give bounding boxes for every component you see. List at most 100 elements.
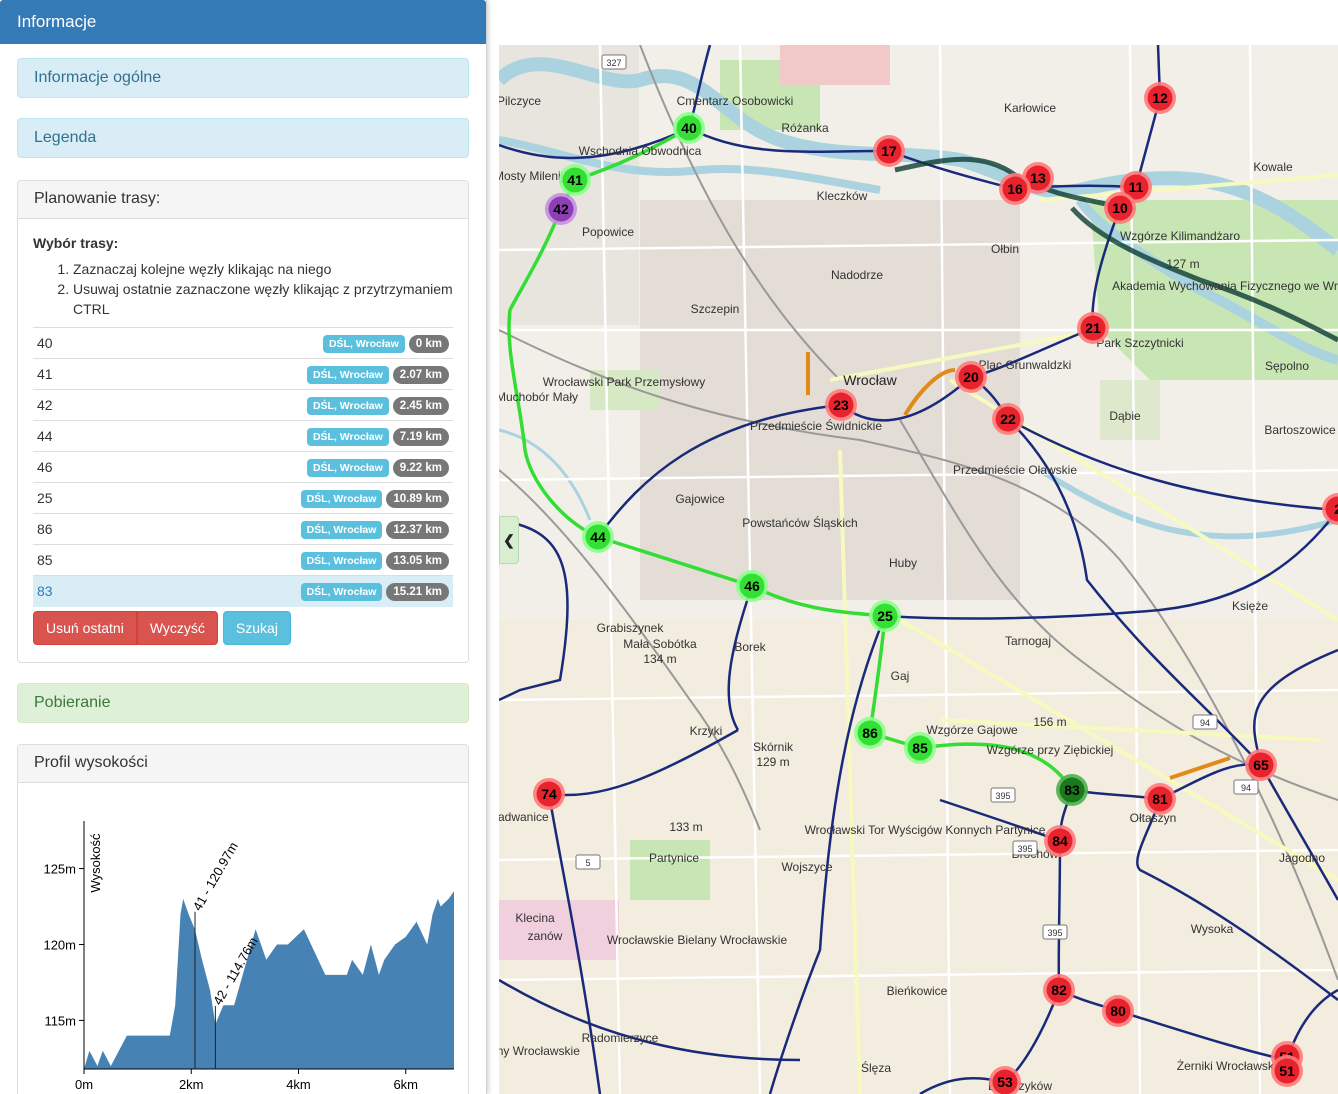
route-node-id: 46: [33, 451, 88, 483]
svg-text:17: 17: [881, 143, 897, 159]
route-node-83[interactable]: 83: [1056, 774, 1088, 806]
panel-download[interactable]: Pobieranie: [17, 683, 469, 723]
svg-text:2: 2: [1334, 501, 1338, 517]
region-label: DŚL, Wrocław: [306, 458, 389, 477]
route-node-id: 41: [33, 358, 88, 390]
route-node-20[interactable]: 20: [955, 361, 987, 393]
route-node-44[interactable]: 44: [582, 521, 614, 553]
svg-text:25: 25: [877, 608, 893, 624]
route-row: 40 DŚL, Wrocław 0 km: [33, 327, 453, 359]
route-node-84[interactable]: 84: [1044, 825, 1076, 857]
panel-general-info-title: Informacje ogólne: [34, 69, 162, 86]
distance-badge: 13.05 km: [386, 551, 449, 570]
svg-text:42: 42: [553, 201, 569, 217]
distance-badge: 12.37 km: [386, 520, 449, 539]
region-label: DŚL, Wrocław: [306, 396, 389, 415]
route-node-40[interactable]: 40: [673, 112, 705, 144]
route-node-53[interactable]: 53: [989, 1066, 1021, 1094]
region-label: DŚL, Wrocław: [300, 520, 383, 539]
route-node-74[interactable]: 74: [533, 778, 565, 810]
y-axis-label: Wysokość: [88, 833, 103, 893]
route-node-id: 25: [33, 482, 88, 514]
svg-text:11: 11: [1129, 179, 1144, 195]
route-node-42[interactable]: 42: [545, 193, 577, 225]
svg-text:40: 40: [681, 120, 697, 136]
svg-text:86: 86: [862, 725, 878, 741]
route-node-id: 42: [33, 389, 88, 421]
svg-text:44: 44: [590, 529, 606, 545]
route-heading: Wybór trasy:: [33, 235, 119, 251]
route-row: 83 DŚL, Wrocław 15.21 km: [33, 575, 453, 607]
x-tick-label: 6km: [393, 1077, 418, 1092]
region-label: DŚL, Wrocław: [300, 582, 383, 601]
svg-text:22: 22: [1000, 411, 1016, 427]
route-node-51[interactable]: 51: [1271, 1055, 1303, 1087]
panel-legend[interactable]: Legenda: [17, 118, 469, 158]
map-view[interactable]: Karłowice Kowale Różanka Kleczków Cmentarz O…: [499, 45, 1338, 1094]
route-row-meta: DŚL, Wrocław 0 km: [88, 327, 453, 359]
route-node-82[interactable]: 82: [1043, 974, 1075, 1006]
panel-general-info[interactable]: Informacje ogólne: [17, 58, 469, 98]
remove-last-button[interactable]: Usuń ostatni: [33, 610, 137, 645]
svg-text:13: 13: [1030, 170, 1046, 186]
distance-badge: 0 km: [408, 334, 449, 353]
region-label: DŚL, Wrocław: [306, 365, 389, 384]
svg-text:20: 20: [963, 369, 979, 385]
y-tick-label: 115m: [44, 1013, 76, 1028]
chevron-left-icon: ❮: [503, 531, 515, 548]
region-label: DŚL, Wrocław: [300, 551, 383, 570]
route-node-16[interactable]: 16: [999, 173, 1031, 205]
x-tick-label: 2km: [179, 1077, 204, 1092]
elevation-area: [84, 891, 454, 1069]
svg-text:74: 74: [541, 786, 557, 802]
panel-route-planning: Planowanie trasy: Wybór trasy: Zaznaczaj…: [17, 180, 469, 663]
route-node-65[interactable]: 65: [1245, 749, 1277, 781]
route-node-2[interactable]: 2: [1322, 493, 1338, 525]
svg-text:81: 81: [1152, 791, 1168, 807]
svg-text:23: 23: [833, 397, 849, 413]
sidebar-toggle-button[interactable]: ❮: [499, 516, 519, 564]
route-node-80[interactable]: 80: [1102, 995, 1134, 1027]
clear-button[interactable]: Wyczyść: [136, 610, 218, 645]
sidebar-title: Informacje: [0, 0, 486, 44]
route-row-meta: DŚL, Wrocław 10.89 km: [88, 482, 453, 514]
svg-text:82: 82: [1051, 982, 1067, 998]
route-row-meta: DŚL, Wrocław 2.45 km: [88, 389, 453, 421]
route-node-85[interactable]: 85: [904, 732, 936, 764]
route-node-21[interactable]: 21: [1077, 312, 1109, 344]
route-node-41[interactable]: 41: [559, 164, 591, 196]
route-row-meta: DŚL, Wrocław 2.07 km: [88, 358, 453, 390]
svg-text:85: 85: [912, 740, 928, 756]
route-node-10[interactable]: 10: [1104, 192, 1136, 224]
route-node-23[interactable]: 23: [825, 389, 857, 421]
route-row: 44 DŚL, Wrocław 7.19 km: [33, 420, 453, 452]
route-row: 85 DŚL, Wrocław 13.05 km: [33, 544, 453, 576]
region-label: DŚL, Wrocław: [306, 427, 389, 446]
x-tick-label: 4km: [286, 1077, 311, 1092]
route-row-meta: DŚL, Wrocław 7.19 km: [88, 420, 453, 452]
svg-text:80: 80: [1110, 1003, 1126, 1019]
route-node-81[interactable]: 81: [1144, 783, 1176, 815]
route-node-12[interactable]: 12: [1144, 82, 1176, 114]
route-step: Usuwaj ostatnie zaznaczone węzły klikają…: [73, 279, 453, 319]
route-node-25[interactable]: 25: [869, 600, 901, 632]
panel-route-planning-title: Planowanie trasy:: [18, 181, 468, 219]
panel-elevation-profile: Profil wysokości 115m 120m 125m 0m 2km 4km 6km…: [17, 744, 469, 1094]
route-nodes[interactable]: 12 17 13 16 1110 40 41 42 21 20 23 22 44 46 25 86 85 83 74…: [499, 45, 1338, 1094]
route-node-id: 83: [33, 575, 88, 607]
route-node-86[interactable]: 86: [854, 717, 886, 749]
route-instructions: Zaznaczaj kolejne węzły klikając na nieg…: [33, 259, 453, 319]
y-tick-label: 125m: [43, 862, 76, 877]
route-node-46[interactable]: 46: [736, 570, 768, 602]
route-node-id: 40: [33, 327, 88, 359]
search-button[interactable]: Szukaj: [222, 610, 291, 645]
svg-text:83: 83: [1064, 782, 1080, 798]
info-sidebar: Informacje Informacje ogólne Legenda Pla…: [0, 0, 487, 1094]
route-row: 86 DŚL, Wrocław 12.37 km: [33, 513, 453, 545]
marker-label: 41 - 120.97m: [190, 839, 241, 913]
svg-text:84: 84: [1052, 833, 1068, 849]
svg-text:46: 46: [744, 578, 760, 594]
route-node-17[interactable]: 17: [873, 135, 905, 167]
route-node-id: 44: [33, 420, 88, 452]
route-node-22[interactable]: 22: [992, 403, 1024, 435]
